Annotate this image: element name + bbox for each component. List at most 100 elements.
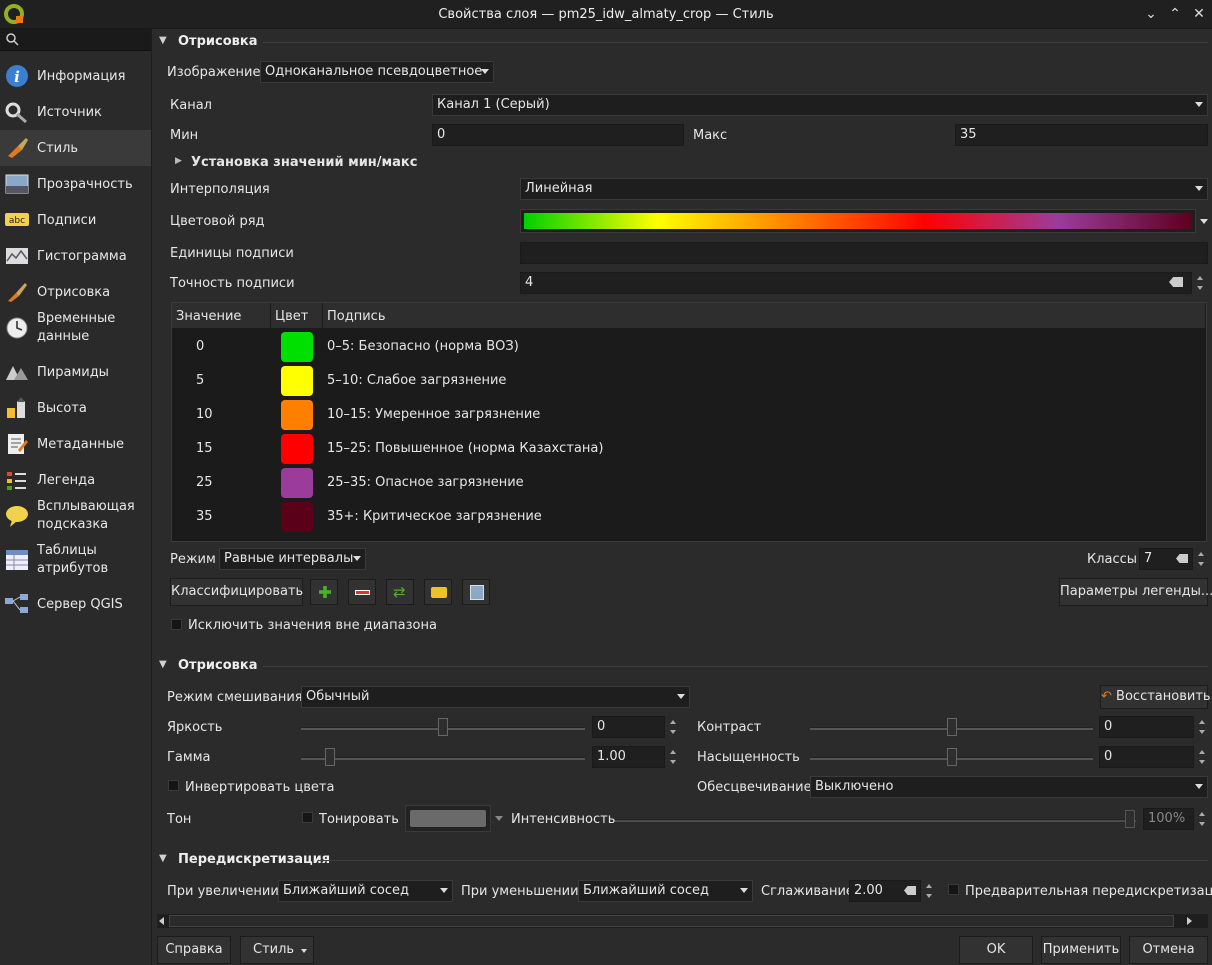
minmax-settings-toggle[interactable]: Установка значений мин/макс [191,155,417,170]
color-swatch[interactable] [281,468,313,498]
intensity-input[interactable]: 100% [1143,808,1194,830]
color-swatch[interactable] [281,400,313,430]
sidebar-item-temporal[interactable]: Временные данные [0,310,151,346]
color-ramp-menu-button[interactable] [1197,209,1211,233]
colorize-checkbox[interactable] [302,812,313,823]
clear-icon[interactable] [904,886,916,895]
style-menu-button[interactable]: Стиль [240,936,314,964]
table-row[interactable]: 15 15–25: Повышенное (норма Казахстана) [172,432,1206,466]
close-icon[interactable]: ✕ [1188,4,1210,24]
brightness-spinner[interactable] [667,716,679,738]
reset-button[interactable]: ↶ Восстановить [1100,685,1211,709]
brightness-input[interactable]: 0 [592,716,665,738]
zoomed-in-select[interactable]: Ближайший сосед [278,880,453,902]
blend-mode-select[interactable]: Обычный [301,686,690,708]
contrast-input[interactable]: 0 [1099,716,1194,738]
precision-spinner[interactable] [1194,272,1206,294]
table-row[interactable]: 35 35+: Критическое загрязнение [172,500,1206,534]
classes-input[interactable]: 7 [1139,548,1193,570]
section-resampling[interactable]: ▼ Передискретизация [153,849,1212,871]
table-row[interactable]: 0 0–5: Безопасно (норма ВОЗ) [172,330,1206,364]
grayscale-select[interactable]: Выключено [810,776,1208,798]
apply-button[interactable]: Применить [1041,936,1121,964]
sidebar-item-legend[interactable]: Легенда [0,462,151,498]
colorize-color-button[interactable] [405,805,491,832]
invert-colors-checkbox[interactable] [168,780,179,791]
band-select[interactable]: Канал 1 (Серый) [432,94,1208,116]
clear-icon[interactable] [1176,554,1188,563]
sidebar-item-metadata[interactable]: Метаданные [0,426,151,462]
clear-icon[interactable] [1169,277,1183,287]
scrollbar-thumb[interactable] [169,915,1174,927]
sidebar-item-pyramids[interactable]: Пирамиды [0,354,151,390]
section-band-rendering[interactable]: ▼ Отрисовка [153,31,1212,53]
ok-button[interactable]: OK [959,936,1033,964]
early-resampling-checkbox[interactable] [948,884,959,895]
clip-out-of-range-checkbox[interactable] [171,619,182,630]
add-class-button[interactable] [310,579,338,605]
mode-select[interactable]: Равные интервалы [219,548,366,570]
gamma-slider-handle[interactable] [325,748,335,766]
classes-spinner[interactable] [1195,548,1207,570]
section-layer-rendering[interactable]: ▼ Отрисовка [153,655,1212,677]
col-header-color[interactable]: Цвет [271,303,323,328]
sidebar-item-qgis-server[interactable]: Сервер QGIS [0,586,151,622]
table-row[interactable]: 5 5–10: Слабое загрязнение [172,364,1206,398]
horizontal-scrollbar[interactable] [157,914,1208,928]
color-swatch[interactable] [281,434,313,464]
col-header-value[interactable]: Значение [172,303,271,328]
sidebar-item-map-tip[interactable]: Всплывающая подсказка [0,498,151,534]
color-swatch[interactable] [281,502,313,532]
intensity-slider[interactable] [615,819,1136,822]
sidebar-item-information[interactable]: i Информация [0,58,151,94]
saturation-spinner[interactable] [1196,746,1208,768]
gamma-slider[interactable] [301,757,585,760]
render-type-select[interactable]: Одноканальное псевдоцветное [260,61,494,83]
sidebar-item-elevation[interactable]: Высота [0,390,151,426]
sidebar-item-style[interactable]: Стиль [0,130,151,166]
intensity-spinner[interactable] [1196,808,1208,830]
help-button[interactable]: Справка [157,936,231,964]
cancel-button[interactable]: Отмена [1129,936,1208,964]
expand-triangle-icon[interactable]: ▶ [175,156,182,166]
label-precision-input[interactable]: 4 [520,272,1192,294]
max-input[interactable]: 35 [955,124,1208,146]
brightness-slider-handle[interactable] [438,718,448,736]
classify-button[interactable]: Классифицировать [170,578,303,606]
maximize-icon[interactable]: ⌃ [1164,4,1186,24]
oversampling-input[interactable]: 2.00 [849,880,921,902]
interpolation-select[interactable]: Линейная [520,178,1208,200]
sidebar-item-rendering[interactable]: Отрисовка [0,274,151,310]
scroll-right-icon[interactable] [1187,917,1192,925]
sidebar-item-labels[interactable]: abc Подписи [0,202,151,238]
sidebar-item-source[interactable]: Источник [0,94,151,130]
min-input[interactable]: 0 [432,124,684,146]
col-header-label[interactable]: Подпись [323,303,1206,328]
sidebar-item-histogram[interactable]: Гистограмма [0,238,151,274]
gamma-input[interactable]: 1.00 [592,746,665,768]
legend-settings-button[interactable]: Параметры легенды... [1059,578,1212,606]
contrast-slider-handle[interactable] [947,718,957,736]
export-file-button[interactable] [462,579,490,605]
contrast-spinner[interactable] [1196,716,1208,738]
label-units-input[interactable] [520,242,1208,264]
zoomed-out-select[interactable]: Ближайший сосед [578,880,753,902]
colorize-color-menu[interactable] [492,805,506,832]
color-ramp-button[interactable] [520,209,1196,233]
collapse-icon[interactable]: ⌄ [1140,4,1162,24]
sidebar-item-transparency[interactable]: Прозрачность [0,166,151,202]
oversampling-spinner[interactable] [923,880,935,902]
gamma-spinner[interactable] [667,746,679,768]
remove-class-button[interactable] [348,579,376,605]
table-row[interactable]: 10 10–15: Умеренное загрязнение [172,398,1206,432]
saturation-slider-handle[interactable] [947,748,957,766]
color-swatch[interactable] [281,366,313,396]
saturation-input[interactable]: 0 [1099,746,1194,768]
reverse-order-button[interactable]: ⇄ [386,579,414,605]
table-row[interactable]: 25 25–35: Опасное загрязнение [172,466,1206,500]
sidebar-item-attribute-tables[interactable]: Таблицы атрибутов [0,542,151,578]
sidebar-search-input[interactable] [0,29,151,51]
intensity-slider-handle[interactable] [1125,810,1135,828]
scroll-left-icon[interactable] [159,917,164,925]
color-swatch[interactable] [281,332,313,362]
